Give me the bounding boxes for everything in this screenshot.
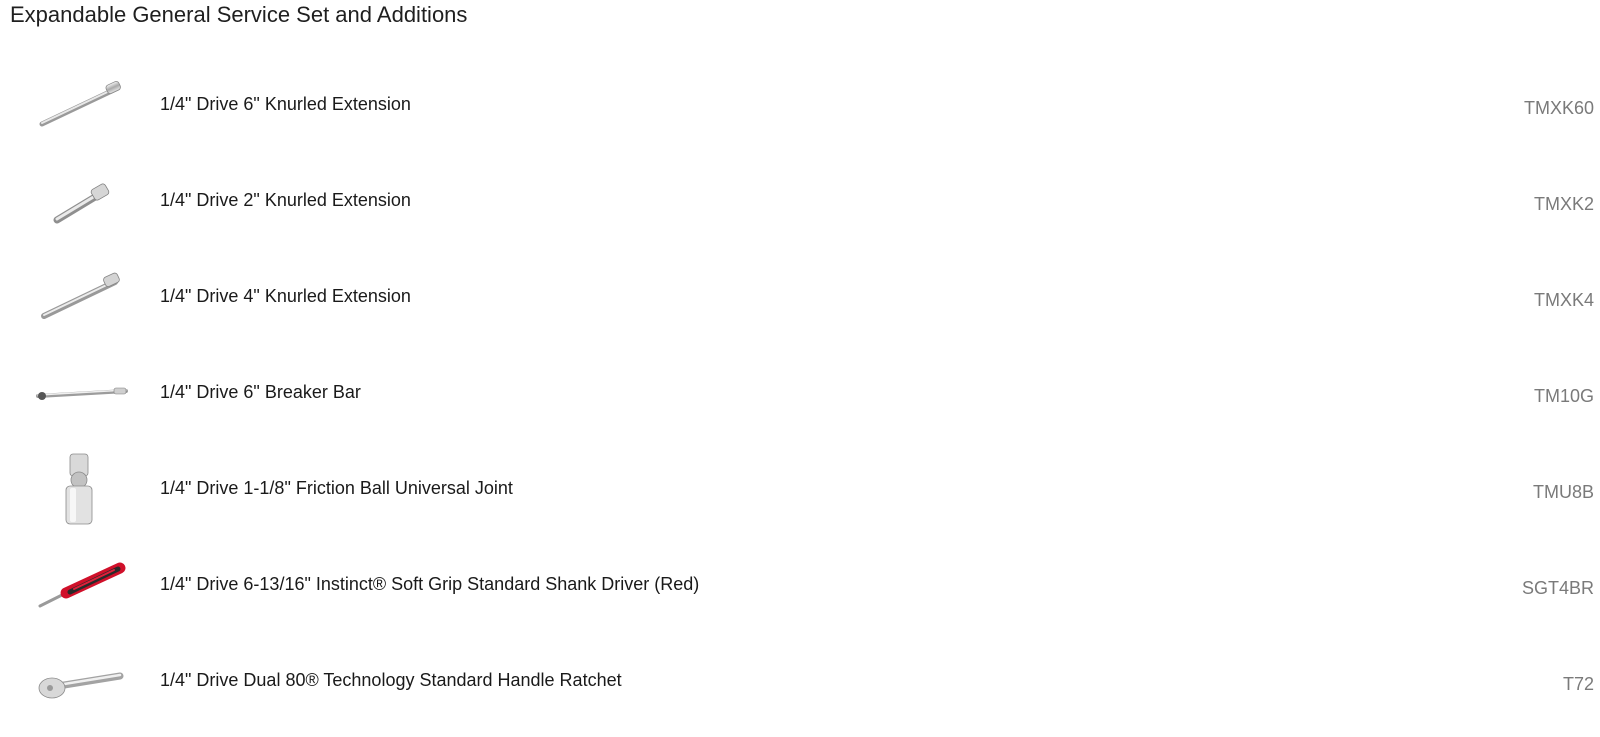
item-sku: TM10G bbox=[1533, 386, 1594, 406]
item-sku: TMXK2 bbox=[1533, 194, 1594, 214]
item-sku: TMXK60 bbox=[1523, 98, 1594, 118]
item-sku: TMU8B bbox=[1532, 482, 1594, 502]
breaker-bar-icon[interactable] bbox=[30, 354, 130, 434]
item-list: 1/4" Drive 6" Knurled Extension TMXK60 1… bbox=[0, 58, 1600, 730]
shank-driver-icon[interactable] bbox=[30, 546, 130, 626]
knurled-extension-short-icon[interactable] bbox=[30, 162, 130, 242]
ratchet-icon[interactable] bbox=[30, 642, 130, 722]
list-item[interactable]: 1/4" Drive 4" Knurled Extension TMXK4 bbox=[0, 250, 1600, 346]
list-item[interactable]: 1/4" Drive 6-13/16" Instinct® Soft Grip … bbox=[0, 538, 1600, 634]
universal-joint-icon[interactable] bbox=[30, 450, 130, 530]
item-sku: SGT4BR bbox=[1521, 578, 1594, 598]
item-name[interactable]: 1/4" Drive 2" Knurled Extension bbox=[160, 188, 411, 212]
item-name[interactable]: 1/4" Drive Dual 80® Technology Standard … bbox=[160, 668, 622, 692]
item-name[interactable]: 1/4" Drive 1-1/8" Friction Ball Universa… bbox=[160, 476, 513, 500]
list-item[interactable]: 1/4" Drive 1-1/8" Friction Ball Universa… bbox=[0, 442, 1600, 538]
section-title: Expandable General Service Set and Addit… bbox=[10, 2, 468, 27]
item-name[interactable]: 1/4" Drive 6" Knurled Extension bbox=[160, 92, 411, 116]
item-name[interactable]: 1/4" Drive 6" Breaker Bar bbox=[160, 380, 361, 404]
list-item[interactable]: 1/4" Drive 2" Knurled Extension TMXK2 bbox=[0, 154, 1600, 250]
item-name[interactable]: 1/4" Drive 6-13/16" Instinct® Soft Grip … bbox=[160, 572, 699, 596]
item-sku: TMXK4 bbox=[1533, 290, 1594, 310]
list-item[interactable]: 1/4" Drive 6" Breaker Bar TM10G bbox=[0, 346, 1600, 442]
item-sku: T72 bbox=[1562, 674, 1594, 694]
list-item[interactable]: 1/4" Drive Dual 80® Technology Standard … bbox=[0, 634, 1600, 730]
knurled-extension-medium-icon[interactable] bbox=[30, 258, 130, 338]
list-item[interactable]: 1/4" Drive 6" Knurled Extension TMXK60 bbox=[0, 58, 1600, 154]
item-name[interactable]: 1/4" Drive 4" Knurled Extension bbox=[160, 284, 411, 308]
knurled-extension-long-icon[interactable] bbox=[30, 66, 130, 146]
